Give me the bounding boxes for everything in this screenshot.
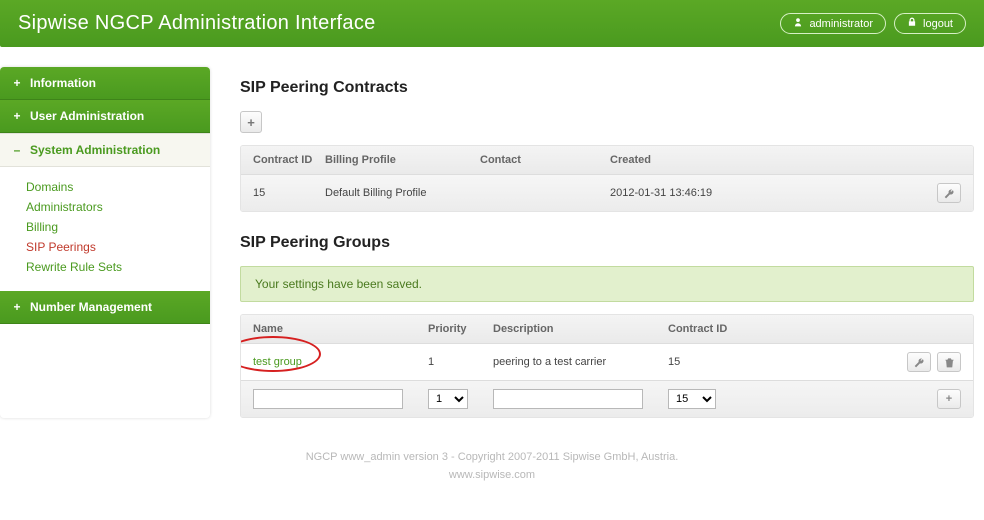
group-description: peering to a test carrier bbox=[493, 356, 668, 368]
user-label: administrator bbox=[809, 18, 873, 30]
group-name-link[interactable]: test group bbox=[253, 356, 428, 368]
nav-information[interactable]: + Information bbox=[0, 67, 210, 100]
nav-label: Number Management bbox=[30, 300, 152, 314]
groups-table: Name Priority Description Contract ID te… bbox=[240, 314, 974, 418]
footer-line1: NGCP www_admin version 3 - Copyright 200… bbox=[0, 448, 984, 466]
plus-icon: + bbox=[12, 109, 22, 123]
col-contract-id: Contract ID bbox=[668, 323, 891, 335]
contract-created: 2012-01-31 13:46:19 bbox=[610, 187, 901, 199]
contracts-heading: SIP Peering Contracts bbox=[240, 79, 974, 97]
wrench-icon bbox=[914, 357, 925, 368]
wrench-icon bbox=[944, 188, 955, 199]
col-billing-profile: Billing Profile bbox=[325, 154, 480, 166]
edit-contract-button[interactable] bbox=[937, 183, 961, 203]
plus-icon: + bbox=[12, 76, 22, 90]
minus-icon: – bbox=[12, 143, 22, 157]
col-name: Name bbox=[253, 323, 428, 335]
group-description-input[interactable] bbox=[493, 389, 643, 409]
nav-label: System Administration bbox=[30, 143, 160, 157]
plus-icon: + bbox=[12, 300, 22, 314]
logout-label: logout bbox=[923, 18, 953, 30]
lock-icon bbox=[907, 17, 917, 30]
groups-heading: SIP Peering Groups bbox=[240, 234, 974, 252]
contract-id: 15 bbox=[253, 187, 325, 199]
nav-user-administration[interactable]: + User Administration bbox=[0, 100, 210, 133]
edit-group-button[interactable] bbox=[907, 352, 931, 372]
col-priority: Priority bbox=[428, 323, 493, 335]
nav-number-management[interactable]: + Number Management bbox=[0, 291, 210, 324]
nav-label: User Administration bbox=[30, 109, 144, 123]
person-icon bbox=[793, 17, 803, 30]
logout-button[interactable]: logout bbox=[894, 13, 966, 34]
add-group-button[interactable]: + bbox=[937, 389, 961, 409]
app-header: Sipwise NGCP Administration Interface ad… bbox=[0, 0, 984, 47]
group-priority-select[interactable]: 1 bbox=[428, 389, 468, 409]
contract-row: 15 Default Billing Profile 2012-01-31 13… bbox=[241, 175, 973, 211]
group-priority: 1 bbox=[428, 356, 493, 368]
plus-icon: + bbox=[946, 393, 952, 405]
group-name-input[interactable] bbox=[253, 389, 403, 409]
group-contract-id: 15 bbox=[668, 356, 891, 368]
contracts-table: Contract ID Billing Profile Contact Crea… bbox=[240, 145, 974, 212]
subnav-rewrite-rule-sets[interactable]: Rewrite Rule Sets bbox=[26, 257, 210, 277]
trash-icon bbox=[944, 357, 955, 368]
col-description: Description bbox=[493, 323, 668, 335]
contract-profile: Default Billing Profile bbox=[325, 187, 480, 199]
col-created: Created bbox=[610, 154, 901, 166]
group-row: test group 1 peering to a test carrier 1… bbox=[241, 344, 973, 380]
subnav-administrators[interactable]: Administrators bbox=[26, 197, 210, 217]
delete-group-button[interactable] bbox=[937, 352, 961, 372]
success-alert: Your settings have been saved. bbox=[240, 266, 974, 302]
subnav-billing[interactable]: Billing bbox=[26, 217, 210, 237]
content: SIP Peering Contracts + Contract ID Bill… bbox=[240, 67, 984, 418]
groups-header-row: Name Priority Description Contract ID bbox=[241, 315, 973, 344]
nav-system-administration[interactable]: – System Administration bbox=[0, 133, 210, 167]
group-input-row: 1 15 + bbox=[241, 380, 973, 417]
col-contract-id: Contract ID bbox=[253, 154, 325, 166]
group-contract-select[interactable]: 15 bbox=[668, 389, 716, 409]
app-title: Sipwise NGCP Administration Interface bbox=[18, 12, 376, 35]
col-contact: Contact bbox=[480, 154, 610, 166]
subnav-sip-peerings[interactable]: SIP Peerings bbox=[26, 237, 210, 257]
plus-icon: + bbox=[247, 115, 255, 130]
subnav-domains[interactable]: Domains bbox=[26, 177, 210, 197]
add-contract-button[interactable]: + bbox=[240, 111, 262, 133]
contracts-header-row: Contract ID Billing Profile Contact Crea… bbox=[241, 146, 973, 175]
sidebar: + Information + User Administration – Sy… bbox=[0, 67, 210, 418]
nav-label: Information bbox=[30, 76, 96, 90]
subnav: Domains Administrators Billing SIP Peeri… bbox=[0, 167, 210, 291]
footer-line2: www.sipwise.com bbox=[0, 466, 984, 484]
footer: NGCP www_admin version 3 - Copyright 200… bbox=[0, 428, 984, 504]
user-pill[interactable]: administrator bbox=[780, 13, 886, 34]
